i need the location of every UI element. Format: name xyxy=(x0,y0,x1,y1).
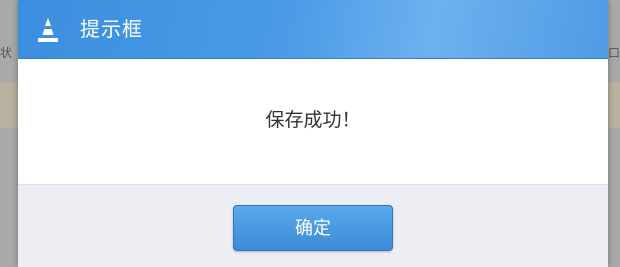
dialog-title: 提示框 xyxy=(80,17,143,41)
traffic-cone-icon xyxy=(38,18,58,42)
dialog-header: 提示框 xyxy=(18,0,608,59)
alert-dialog: 提示框 保存成功！ 确定 xyxy=(18,0,608,267)
dialog-footer: 确定 xyxy=(18,184,608,267)
success-message: 保存成功！ xyxy=(265,109,361,131)
ok-button[interactable]: 确定 xyxy=(233,205,393,251)
background-text-right: 口 xyxy=(608,46,620,60)
background-text-left: 状 xyxy=(0,46,13,60)
dialog-body: 保存成功！ xyxy=(18,59,608,184)
